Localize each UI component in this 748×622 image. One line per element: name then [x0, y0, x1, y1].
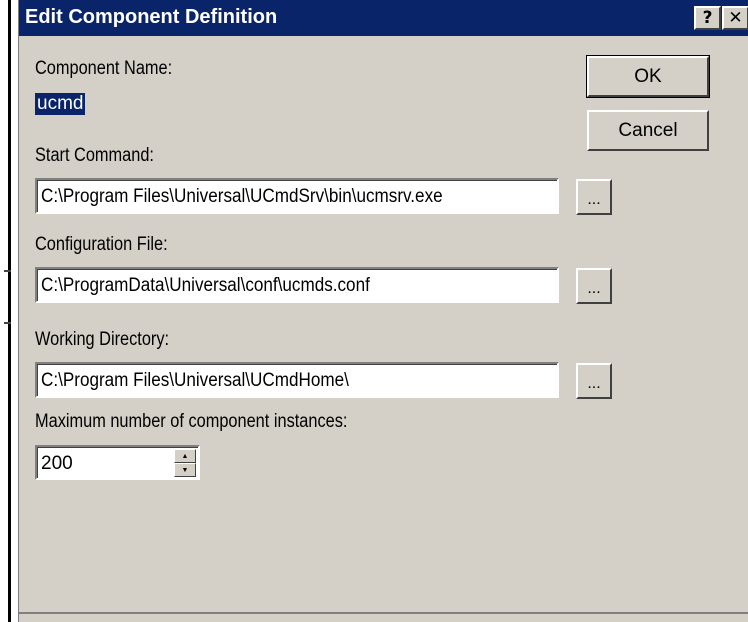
start-command-input[interactable]: C:\Program Files\Universal\UCmdSrv\bin\u…	[35, 178, 559, 214]
cancel-button[interactable]: Cancel	[587, 110, 709, 151]
max-instances-value: 200	[41, 453, 73, 474]
config-file-browse-button[interactable]: ...	[576, 268, 612, 304]
dialog-bottom-border	[19, 612, 748, 614]
max-instances-label: Maximum number of component instances:	[35, 411, 348, 432]
config-file-label: Configuration File:	[35, 234, 168, 255]
dialog-title: Edit Component Definition	[25, 6, 278, 28]
help-button[interactable]: ?	[694, 6, 721, 30]
ok-button[interactable]: OK	[586, 55, 710, 98]
browse-ellipsis-icon: ...	[587, 280, 601, 297]
start-command-browse-button[interactable]: ...	[576, 179, 612, 215]
max-instances-spinner[interactable]: 200 ▲ ▼	[35, 445, 200, 480]
spin-up-button[interactable]: ▲	[174, 449, 196, 463]
start-command-label: Start Command:	[35, 145, 154, 166]
close-icon: ✕	[728, 8, 743, 28]
spin-down-button[interactable]: ▼	[174, 463, 196, 477]
background-tick	[4, 270, 11, 272]
background-window-edge	[8, 0, 11, 622]
config-file-input[interactable]: C:\ProgramData\Universal\conf\ucmds.conf	[35, 267, 559, 303]
screenshot-canvas: Edit Component Definition ? ✕ Component …	[0, 0, 748, 622]
component-name-value[interactable]: ucmd	[35, 93, 86, 115]
working-directory-label: Working Directory:	[35, 329, 170, 350]
browse-ellipsis-icon: ...	[587, 375, 601, 392]
cancel-button-label: Cancel	[618, 119, 678, 141]
browse-ellipsis-icon: ...	[587, 191, 601, 208]
working-directory-browse-button[interactable]: ...	[576, 363, 612, 399]
ok-button-label: OK	[634, 65, 662, 87]
edit-component-dialog: Edit Component Definition ? ✕ Component …	[18, 0, 748, 622]
working-directory-value: C:\Program Files\Universal\UCmdHome\	[41, 370, 349, 391]
config-file-value: C:\ProgramData\Universal\conf\ucmds.conf	[41, 275, 370, 296]
close-button[interactable]: ✕	[722, 6, 748, 30]
background-tick	[4, 322, 11, 324]
component-name-label: Component Name:	[35, 58, 173, 79]
arrow-down-icon: ▼	[181, 466, 189, 474]
start-command-value: C:\Program Files\Universal\UCmdSrv\bin\u…	[41, 186, 443, 207]
help-icon: ?	[702, 8, 713, 28]
arrow-up-icon: ▲	[181, 452, 189, 460]
title-bar[interactable]: Edit Component Definition ? ✕	[19, 0, 748, 36]
working-directory-input[interactable]: C:\Program Files\Universal\UCmdHome\	[35, 362, 559, 398]
